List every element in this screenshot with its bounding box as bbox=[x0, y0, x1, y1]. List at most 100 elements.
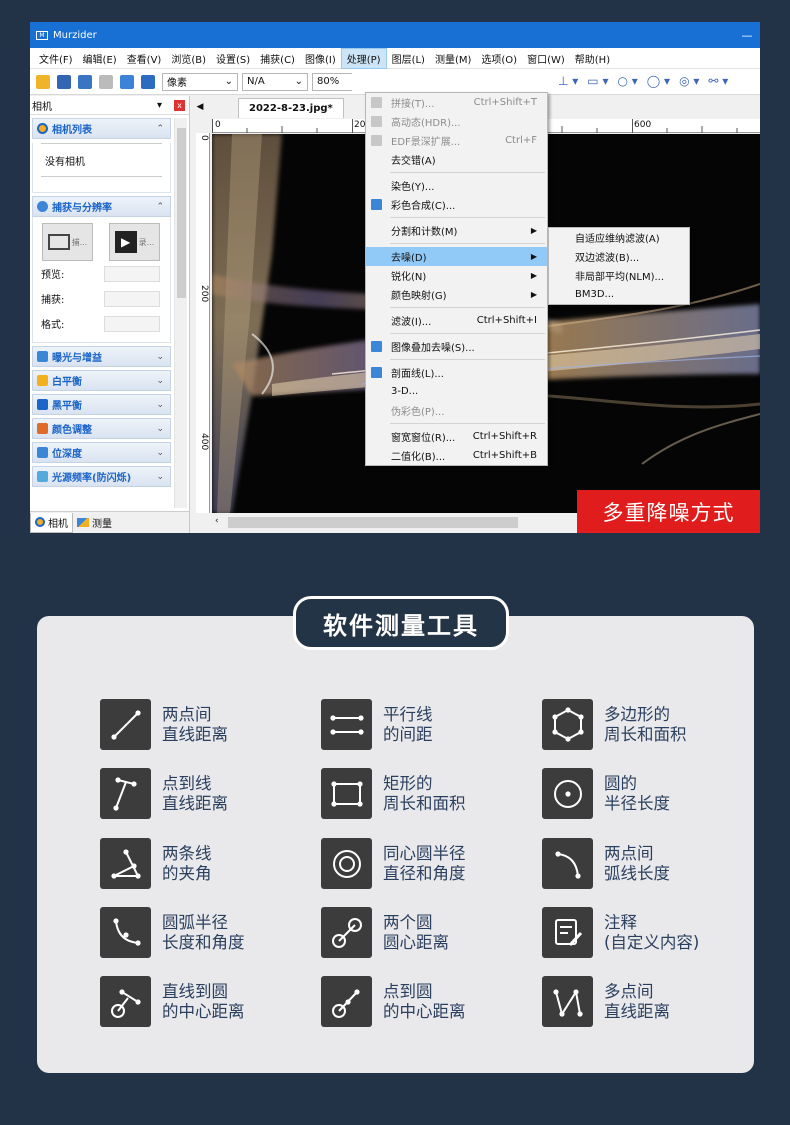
denoise-menu-item[interactable]: 自适应维纳滤波(A) bbox=[549, 228, 689, 247]
capture-dropdown[interactable] bbox=[104, 315, 160, 332]
menu-item[interactable]: 设置(S) bbox=[211, 49, 255, 68]
menu-item[interactable]: 文件(F) bbox=[34, 49, 78, 68]
menu-shortcut: Ctrl+Shift+T bbox=[473, 97, 537, 108]
section-title: 光源频率(防闪烁) bbox=[52, 473, 132, 484]
menu-item[interactable]: 处理(P) bbox=[340, 47, 387, 69]
stitch-icon bbox=[371, 97, 382, 108]
process-menu-item[interactable]: EDF景深扩展... Ctrl+F bbox=[366, 131, 547, 150]
scrollbar-thumb[interactable] bbox=[177, 128, 186, 298]
denoise-menu-item[interactable]: BM3D... bbox=[549, 285, 689, 304]
menu-separator bbox=[390, 217, 545, 218]
link-tool-icon[interactable]: ⚯ ▾ bbox=[708, 74, 728, 88]
panel-scrollbar[interactable] bbox=[174, 118, 187, 508]
measure-tool: 两点间 直线距离 bbox=[100, 699, 228, 750]
process-menu-item[interactable]: 伪彩色(P)... bbox=[366, 401, 547, 420]
expand-icon[interactable]: ⌄ bbox=[156, 376, 164, 386]
exposure-icon bbox=[37, 351, 48, 362]
expand-icon[interactable]: ⌄ bbox=[156, 352, 164, 362]
tool-icon-box bbox=[100, 838, 151, 889]
save-icon[interactable] bbox=[57, 74, 71, 89]
snapshot-icon[interactable] bbox=[99, 74, 113, 89]
perpendicular-tool-icon[interactable]: ⊥ ▾ bbox=[558, 74, 578, 88]
expand-icon[interactable]: ⌄ bbox=[156, 448, 164, 458]
mode-select[interactable]: N/A ⌄ bbox=[242, 72, 308, 91]
expand-icon[interactable]: ⌄ bbox=[156, 400, 164, 410]
tool-label-line1: 点到圆 bbox=[383, 981, 433, 1001]
record-button[interactable]: ▶ 录... bbox=[109, 223, 160, 261]
tool-label: 两点间 弧线长度 bbox=[604, 844, 670, 884]
expand-icon[interactable]: ⌄ bbox=[156, 472, 164, 482]
menu-item[interactable]: 查看(V) bbox=[122, 49, 167, 68]
section-camera-list[interactable]: 相机列表 ⌃ bbox=[32, 118, 171, 139]
pin-icon[interactable]: ▾ bbox=[157, 100, 162, 111]
snap-button[interactable]: 捕... bbox=[42, 223, 93, 261]
process-menu-item[interactable]: 染色(Y)... bbox=[366, 176, 547, 195]
process-menu-item[interactable]: 锐化(N) ▶ bbox=[366, 266, 547, 285]
open-icon[interactable] bbox=[36, 74, 50, 89]
menu-item[interactable]: 捕获(C) bbox=[255, 49, 300, 68]
concentric-tool-icon[interactable]: ◎ ▾ bbox=[679, 74, 699, 88]
menu-item[interactable]: 测量(M) bbox=[430, 49, 476, 68]
tool-label-line1: 两点间 bbox=[162, 704, 212, 724]
process-menu-item[interactable]: 分割和计数(M) ▶ bbox=[366, 221, 547, 240]
process-menu-item[interactable]: 二值化(B)... Ctrl+Shift+B bbox=[366, 446, 547, 465]
save-as-icon[interactable] bbox=[78, 74, 92, 89]
minimize-button[interactable]: — bbox=[734, 29, 760, 42]
denoise-menu-item[interactable]: 非局部平均(NLM)... bbox=[549, 266, 689, 285]
process-menu-item[interactable]: 剖面线(L)... bbox=[366, 363, 547, 382]
line-to-circle-icon bbox=[110, 988, 141, 1018]
section-palette[interactable]: 颜色调整 ⌄ bbox=[32, 418, 171, 439]
circle-tool-icon[interactable]: ◯ ▾ bbox=[647, 74, 670, 88]
section-half-circle[interactable]: 黑平衡 ⌄ bbox=[32, 394, 171, 415]
grid-icon[interactable] bbox=[141, 74, 155, 89]
tool-label-line1: 点到线 bbox=[162, 773, 212, 793]
denoise-menu-item[interactable]: 双边滤波(B)... bbox=[549, 247, 689, 266]
tab-measure[interactable]: 测量 bbox=[73, 513, 116, 532]
process-menu-item[interactable]: 去交错(A) bbox=[366, 150, 547, 169]
process-menu-item[interactable]: 颜色映射(G) ▶ bbox=[366, 285, 547, 304]
tab-camera[interactable]: 相机 bbox=[30, 512, 73, 533]
section-bit-depth[interactable]: 位深度 ⌄ bbox=[32, 442, 171, 463]
point-to-circle-icon bbox=[331, 988, 360, 1018]
browse-icon[interactable] bbox=[120, 74, 134, 89]
menu-item[interactable]: 浏览(B) bbox=[166, 49, 211, 68]
section-capture[interactable]: 捕获与分辨率 ⌃ bbox=[32, 196, 171, 217]
process-menu-item[interactable]: 拼接(T)... Ctrl+Shift+T bbox=[366, 93, 547, 112]
process-menu-item[interactable]: 高动态(HDR)... bbox=[366, 112, 547, 131]
section-bulb[interactable]: 光源频率(防闪烁) ⌄ bbox=[32, 466, 171, 487]
capture-dropdown[interactable] bbox=[104, 290, 160, 307]
process-menu-item[interactable]: 图像叠加去噪(S)... bbox=[366, 337, 547, 356]
menu-item[interactable]: 编辑(E) bbox=[78, 49, 122, 68]
unit-select[interactable]: 像素 ⌄ bbox=[162, 72, 238, 91]
collapse-icon[interactable]: ⌃ bbox=[156, 202, 164, 212]
tool-label: 圆弧半径 长度和角度 bbox=[162, 913, 245, 953]
capture-dropdown[interactable] bbox=[104, 265, 160, 282]
collapse-icon[interactable]: ⌃ bbox=[156, 124, 164, 134]
process-menu-item[interactable]: 3-D... bbox=[366, 382, 547, 401]
expand-icon[interactable]: ⌄ bbox=[156, 424, 164, 434]
tool-label-line2: 长度和角度 bbox=[162, 932, 245, 952]
menu-item[interactable]: 图层(L) bbox=[387, 49, 430, 68]
process-menu-item[interactable]: 滤波(I)... Ctrl+Shift+I bbox=[366, 311, 547, 330]
menu-item[interactable]: 选项(O) bbox=[476, 49, 522, 68]
menu-item-label: 拼接(T)... bbox=[391, 99, 435, 110]
tool-label: 点到圆 的中心距离 bbox=[383, 982, 466, 1022]
ellipse-tool-icon[interactable]: ○ ▾ bbox=[617, 74, 637, 88]
section-sun[interactable]: 白平衡 ⌄ bbox=[32, 370, 171, 391]
close-panel-button[interactable]: x bbox=[174, 99, 185, 111]
menu-item[interactable]: 窗口(W) bbox=[522, 49, 570, 68]
rectangle-tool-icon[interactable]: ▭ ▾ bbox=[587, 74, 608, 88]
document-tab[interactable]: 2022-8-23.jpg* bbox=[238, 98, 344, 118]
scroll-left-icon[interactable]: ‹ bbox=[215, 516, 219, 526]
zoom-select[interactable]: 80% bbox=[312, 72, 352, 91]
scrollbar-thumb[interactable] bbox=[228, 517, 518, 528]
section-exposure[interactable]: 曝光与增益 ⌄ bbox=[32, 346, 171, 367]
camera-list-body: 没有相机 bbox=[32, 143, 171, 193]
process-menu-item[interactable]: 彩色合成(C)... bbox=[366, 195, 547, 214]
tab-scroll-left-icon[interactable]: ◀ bbox=[192, 102, 208, 112]
edf-icon bbox=[371, 135, 382, 146]
menu-item[interactable]: 帮助(H) bbox=[570, 49, 615, 68]
process-menu-item[interactable]: 去噪(D) ▶ bbox=[366, 247, 547, 266]
process-menu-item[interactable]: 窗宽窗位(R)... Ctrl+Shift+R bbox=[366, 427, 547, 446]
menu-item[interactable]: 图像(I) bbox=[300, 49, 341, 68]
